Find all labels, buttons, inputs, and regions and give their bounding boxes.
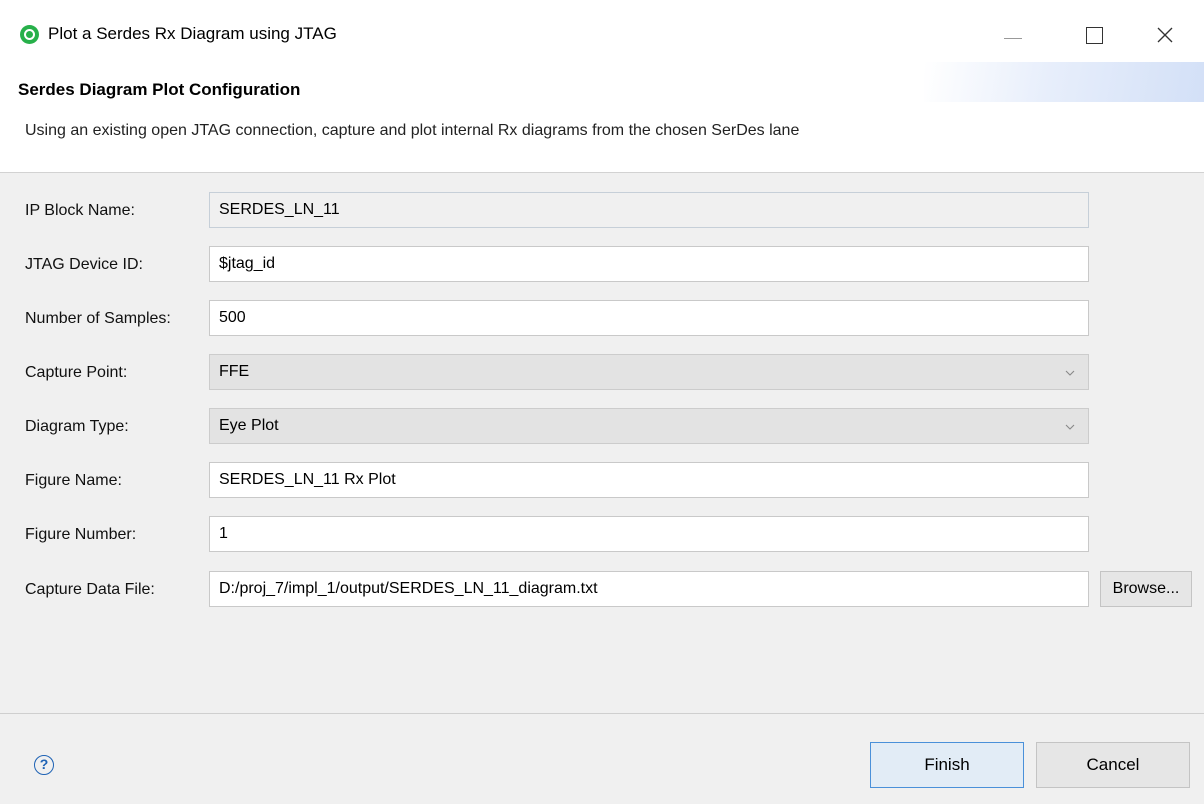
chevron-down-icon bbox=[1065, 370, 1075, 376]
capture-point-value: FFE bbox=[219, 363, 250, 380]
finish-button[interactable]: Finish bbox=[870, 742, 1024, 788]
figure-name-label: Figure Name: bbox=[25, 472, 122, 489]
figure-number-label: Figure Number: bbox=[25, 526, 137, 543]
capture-file-label: Capture Data File: bbox=[25, 581, 155, 598]
jtag-device-id-row: JTAG Device ID: $jtag_id bbox=[0, 246, 1204, 286]
ip-block-name-label: IP Block Name: bbox=[25, 202, 135, 219]
cancel-button[interactable]: Cancel bbox=[1036, 742, 1190, 788]
page-description: Using an existing open JTAG connection, … bbox=[25, 122, 800, 139]
figure-number-field[interactable]: 1 bbox=[209, 516, 1089, 552]
ip-block-name-field[interactable]: SERDES_LN_11 bbox=[209, 192, 1089, 228]
jtag-device-id-field[interactable]: $jtag_id bbox=[209, 246, 1089, 282]
page-title: Serdes Diagram Plot Configuration bbox=[18, 80, 301, 99]
num-samples-field[interactable]: 500 bbox=[209, 300, 1089, 336]
capture-file-row: Capture Data File: D:/proj_7/impl_1/outp… bbox=[0, 571, 1204, 611]
minimize-button[interactable] bbox=[992, 14, 1038, 54]
capture-point-row: Capture Point: FFE bbox=[0, 354, 1204, 394]
figure-number-row: Figure Number: 1 bbox=[0, 516, 1204, 556]
title-bar: Plot a Serdes Rx Diagram using JTAG bbox=[0, 0, 1204, 62]
dialog-window: Plot a Serdes Rx Diagram using JTAG Serd… bbox=[0, 0, 1204, 804]
help-icon[interactable]: ? bbox=[34, 755, 54, 775]
maximize-button[interactable] bbox=[1071, 14, 1117, 54]
diagram-type-row: Diagram Type: Eye Plot bbox=[0, 408, 1204, 448]
capture-point-label: Capture Point: bbox=[25, 364, 128, 381]
diagram-type-label: Diagram Type: bbox=[25, 418, 129, 435]
close-icon bbox=[1157, 27, 1173, 43]
diagram-type-value: Eye Plot bbox=[219, 417, 279, 434]
ip-block-name-row: IP Block Name: SERDES_LN_11 bbox=[0, 192, 1204, 232]
num-samples-row: Number of Samples: 500 bbox=[0, 300, 1204, 340]
browse-button[interactable]: Browse... bbox=[1100, 571, 1192, 607]
close-button[interactable] bbox=[1144, 14, 1190, 54]
banner-gradient bbox=[924, 62, 1204, 102]
num-samples-label: Number of Samples: bbox=[25, 310, 171, 327]
jtag-device-id-label: JTAG Device ID: bbox=[25, 256, 143, 273]
dialog-footer: ? Finish Cancel bbox=[0, 713, 1204, 804]
figure-name-row: Figure Name: SERDES_LN_11 Rx Plot bbox=[0, 462, 1204, 502]
capture-file-field[interactable]: D:/proj_7/impl_1/output/SERDES_LN_11_dia… bbox=[209, 571, 1089, 607]
window-title: Plot a Serdes Rx Diagram using JTAG bbox=[48, 24, 337, 43]
diagram-type-select[interactable]: Eye Plot bbox=[209, 408, 1089, 444]
figure-name-field[interactable]: SERDES_LN_11 Rx Plot bbox=[209, 462, 1089, 498]
app-logo-icon bbox=[20, 25, 39, 44]
chevron-down-icon bbox=[1065, 424, 1075, 430]
header-banner: Serdes Diagram Plot Configuration Using … bbox=[0, 62, 1204, 173]
capture-point-select[interactable]: FFE bbox=[209, 354, 1089, 390]
